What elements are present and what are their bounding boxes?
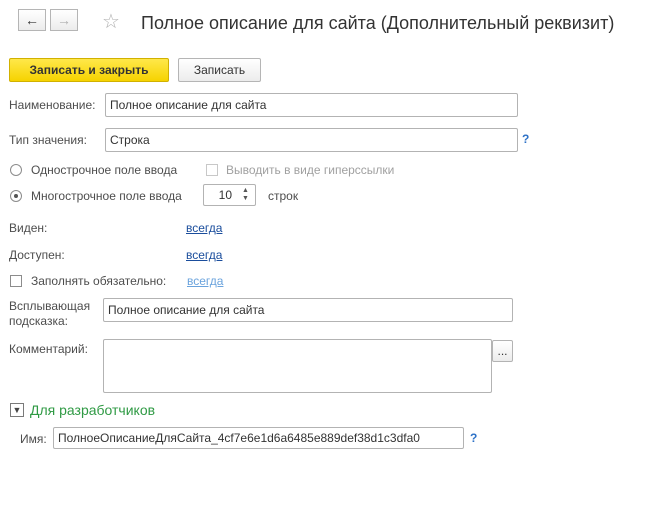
star-icon[interactable]: ☆ <box>102 9 120 34</box>
lines-count-value: 10 <box>218 188 232 202</box>
available-label: Доступен: <box>9 248 65 262</box>
forward-button[interactable]: → <box>50 9 78 31</box>
tooltip-label-line2: подсказка: <box>9 314 68 328</box>
spin-down-icon[interactable]: ▼ <box>242 195 249 203</box>
multi-line-label: Многострочное поле ввода <box>31 189 182 203</box>
multi-line-radio[interactable] <box>10 190 22 202</box>
arrow-left-icon: ← <box>25 12 39 28</box>
single-line-radio[interactable] <box>10 164 22 176</box>
save-button[interactable]: Записать <box>178 58 261 82</box>
page-title: Полное описание для сайта (Дополнительны… <box>141 13 615 33</box>
name-label: Наименование: <box>9 98 96 112</box>
hyperlink-label: Выводить в виде гиперссылки <box>226 163 395 177</box>
help-icon[interactable]: ? <box>522 132 529 146</box>
lines-unit-label: строк <box>268 189 299 203</box>
ellipsis-icon: ... <box>497 344 508 358</box>
save-and-close-button[interactable]: Записать и закрыть <box>9 58 169 82</box>
type-field[interactable]: Строка <box>105 128 518 152</box>
lines-count-input[interactable]: 10 <box>203 184 237 206</box>
tooltip-value: Полное описание для сайта <box>108 303 265 317</box>
tooltip-label-line1: Всплывающая <box>9 299 91 313</box>
arrow-right-icon: → <box>57 12 71 28</box>
tooltip-label: Всплывающая подсказка: <box>9 299 90 329</box>
tooltip-field[interactable]: Полное описание для сайта <box>103 298 513 322</box>
hyperlink-checkbox[interactable] <box>206 164 218 176</box>
dev-help-icon[interactable]: ? <box>470 431 477 445</box>
name-field[interactable]: Полное описание для сайта <box>105 93 518 117</box>
dev-name-value: ПолноеОписаниеДляСайта_4cf7e6e1d6a6485e8… <box>58 431 420 445</box>
type-label: Тип значения: <box>9 133 87 147</box>
required-label: Заполнять обязательно: <box>31 274 167 288</box>
comment-ellipsis-button[interactable]: ... <box>492 340 513 362</box>
comment-label: Комментарий: <box>9 342 88 356</box>
available-link[interactable]: всегда <box>186 248 222 262</box>
dev-name-label: Имя: <box>20 432 47 446</box>
spin-up-icon[interactable]: ▲ <box>242 187 249 195</box>
single-line-label: Однострочное поле ввода <box>31 163 178 177</box>
visible-label: Виден: <box>9 221 48 235</box>
lines-stepper[interactable]: ▲ ▼ <box>236 184 256 206</box>
back-button[interactable]: ← <box>18 9 46 31</box>
name-value: Полное описание для сайта <box>110 98 267 112</box>
required-checkbox[interactable] <box>10 275 22 287</box>
developers-section-toggle[interactable]: Для разработчиков <box>30 402 155 418</box>
visible-link[interactable]: всегда <box>186 221 222 235</box>
chevron-down-icon[interactable]: ▼ <box>10 403 24 417</box>
required-link[interactable]: всегда <box>187 274 223 288</box>
comment-field[interactable] <box>103 339 492 393</box>
type-value: Строка <box>110 133 150 147</box>
dev-name-field[interactable]: ПолноеОписаниеДляСайта_4cf7e6e1d6a6485e8… <box>53 427 464 449</box>
